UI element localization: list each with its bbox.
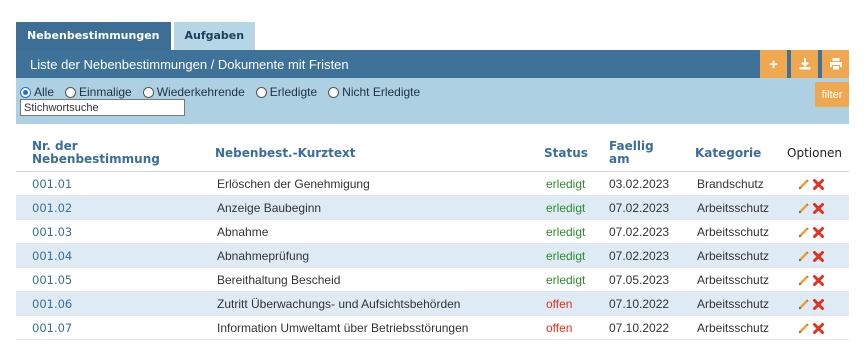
deadline-table: Nr. der Nebenbestimmung Nebenbest.-Kurzt… xyxy=(16,124,849,362)
column-header-kurztext[interactable]: Nebenbest.-Kurztext xyxy=(215,147,355,160)
cell-kurztext: Information Umweltamt über Betriebsstöru… xyxy=(217,321,469,335)
cell-status: erledigt xyxy=(546,177,586,191)
cell-faellig: 07.02.2023 xyxy=(609,225,670,239)
download-button[interactable] xyxy=(791,50,818,78)
column-header-optionen: Optionen xyxy=(787,146,843,160)
cell-nr[interactable]: 001.06 xyxy=(32,292,72,316)
cell-optionen xyxy=(797,172,827,196)
cell-nr[interactable]: 001.03 xyxy=(32,220,72,244)
table-row[interactable]: 001.07 Information Umweltamt über Betrieb… xyxy=(16,316,849,340)
cell-nr[interactable]: 001.05 xyxy=(32,268,72,292)
radio-alle[interactable]: Alle xyxy=(20,85,54,99)
delete-x-icon[interactable] xyxy=(812,298,825,311)
cell-nr[interactable]: 001.02 xyxy=(32,196,72,220)
table-row[interactable]: 001.02 Anzeige Baubeginn erledigt 07.02.202… xyxy=(16,196,849,220)
cell-optionen xyxy=(797,316,827,340)
column-header-nr[interactable]: Nr. der Nebenbestimmung xyxy=(32,140,182,166)
radio-wiederkehrende[interactable]: Wiederkehrende xyxy=(142,85,245,99)
cell-faellig: 07.05.2023 xyxy=(609,273,670,287)
table-row[interactable]: 001.04 Abnahmeprüfung erledigt 07.02.2023 Ar… xyxy=(16,244,849,268)
cell-status: erledigt xyxy=(546,225,586,239)
tab-nebenbestimmungen[interactable]: Nebenbestimmungen xyxy=(16,22,171,50)
cell-nr[interactable]: 001.01 xyxy=(32,172,72,196)
column-header-faellig[interactable]: Faellig am xyxy=(609,140,657,166)
radio-button[interactable] xyxy=(65,86,77,98)
cell-kurztext: Zutritt Überwachungs- und Aufsichtsbehör… xyxy=(217,297,461,311)
cell-nr[interactable]: 001.07 xyxy=(32,316,72,340)
cell-status: offen xyxy=(546,297,573,311)
pencil-icon[interactable] xyxy=(797,202,810,215)
page-title: Liste der Nebenbestimmungen / Dokumente … xyxy=(30,57,349,72)
delete-x-icon[interactable] xyxy=(812,226,825,239)
radio-button[interactable] xyxy=(20,86,31,98)
delete-x-icon[interactable] xyxy=(812,202,825,215)
pencil-icon[interactable] xyxy=(797,250,810,263)
cell-faellig: 07.02.2023 xyxy=(609,249,670,263)
column-header-status[interactable]: Status xyxy=(544,147,588,160)
cell-optionen xyxy=(797,220,827,244)
print-icon xyxy=(829,57,843,71)
cell-kurztext: Erlöschen der Genehmigung xyxy=(217,177,370,191)
search-input[interactable] xyxy=(20,99,185,116)
cell-kategorie: Arbeitsschutz xyxy=(697,297,770,311)
cell-optionen xyxy=(797,196,827,220)
radio-button[interactable] xyxy=(255,86,267,98)
cell-kategorie: Arbeitsschutz xyxy=(697,273,770,287)
print-button[interactable] xyxy=(822,50,849,78)
tab-aufgaben[interactable]: Aufgaben xyxy=(173,22,256,50)
delete-x-icon[interactable] xyxy=(812,178,825,191)
cell-status: erledigt xyxy=(546,249,586,263)
plus-icon: + xyxy=(769,55,778,73)
radio-button[interactable] xyxy=(142,86,154,98)
cell-kurztext: Anzeige Baubeginn xyxy=(217,201,322,215)
cell-kategorie: Arbeitsschutz xyxy=(697,249,770,263)
cell-kurztext: Bereithaltung Bescheid xyxy=(217,273,341,287)
cell-status: erledigt xyxy=(546,273,586,287)
pencil-icon[interactable] xyxy=(797,322,810,335)
cell-kurztext: Abnahme xyxy=(217,225,269,239)
cell-kategorie: Brandschutz xyxy=(697,177,764,191)
cell-nr[interactable]: 001.04 xyxy=(32,244,72,268)
pencil-icon[interactable] xyxy=(797,226,810,239)
filter-bar: Alle Einmalige Wiederkehrende Erledigte … xyxy=(16,78,849,124)
cell-faellig: 07.02.2023 xyxy=(609,201,670,215)
radio-nicht-erledigte[interactable]: Nicht Erledigte xyxy=(328,85,420,99)
tab-bar: Nebenbestimmungen Aufgaben xyxy=(16,22,256,50)
cell-faellig: 03.02.2023 xyxy=(609,177,670,191)
filter-button[interactable]: filter xyxy=(815,82,849,107)
table-row[interactable]: 001.01 Erlöschen der Genehmigung erledigt 0… xyxy=(16,172,849,196)
cell-faellig: 07.10.2022 xyxy=(609,321,670,335)
cell-kategorie: Arbeitsschutz xyxy=(697,321,770,335)
filter-radio-group: Alle Einmalige Wiederkehrende Erledigte … xyxy=(20,85,431,99)
download-icon xyxy=(798,57,812,71)
table-row[interactable]: 001.06 Zutritt Überwachungs- und Aufsicht… xyxy=(16,292,849,316)
cell-kategorie: Arbeitsschutz xyxy=(697,225,770,239)
pencil-icon[interactable] xyxy=(797,178,810,191)
table-row[interactable]: 001.03 Abnahme erledigt 07.02.2023 Arbeitssc… xyxy=(16,220,849,244)
list-header: Liste der Nebenbestimmungen / Dokumente … xyxy=(16,50,849,78)
delete-x-icon[interactable] xyxy=(812,274,825,287)
cell-kategorie: Arbeitsschutz xyxy=(697,201,770,215)
radio-erledigte[interactable]: Erledigte xyxy=(255,85,317,99)
cell-status: offen xyxy=(546,321,573,335)
add-button[interactable]: + xyxy=(760,50,787,78)
cell-kurztext: Abnahmeprüfung xyxy=(217,249,310,263)
delete-x-icon[interactable] xyxy=(812,322,825,335)
radio-einmalige[interactable]: Einmalige xyxy=(65,85,132,99)
cell-optionen xyxy=(797,244,827,268)
radio-button[interactable] xyxy=(328,86,340,98)
table-header: Nr. der Nebenbestimmung Nebenbest.-Kurzt… xyxy=(16,124,849,172)
delete-x-icon[interactable] xyxy=(812,250,825,263)
cell-faellig: 07.10.2022 xyxy=(609,297,670,311)
pencil-icon[interactable] xyxy=(797,274,810,287)
table-row[interactable]: 001.05 Bereithaltung Bescheid erledigt 07.0… xyxy=(16,268,849,292)
column-header-kategorie[interactable]: Kategorie xyxy=(695,147,761,160)
pencil-icon[interactable] xyxy=(797,298,810,311)
cell-optionen xyxy=(797,292,827,316)
cell-status: erledigt xyxy=(546,201,586,215)
cell-optionen xyxy=(797,268,827,292)
